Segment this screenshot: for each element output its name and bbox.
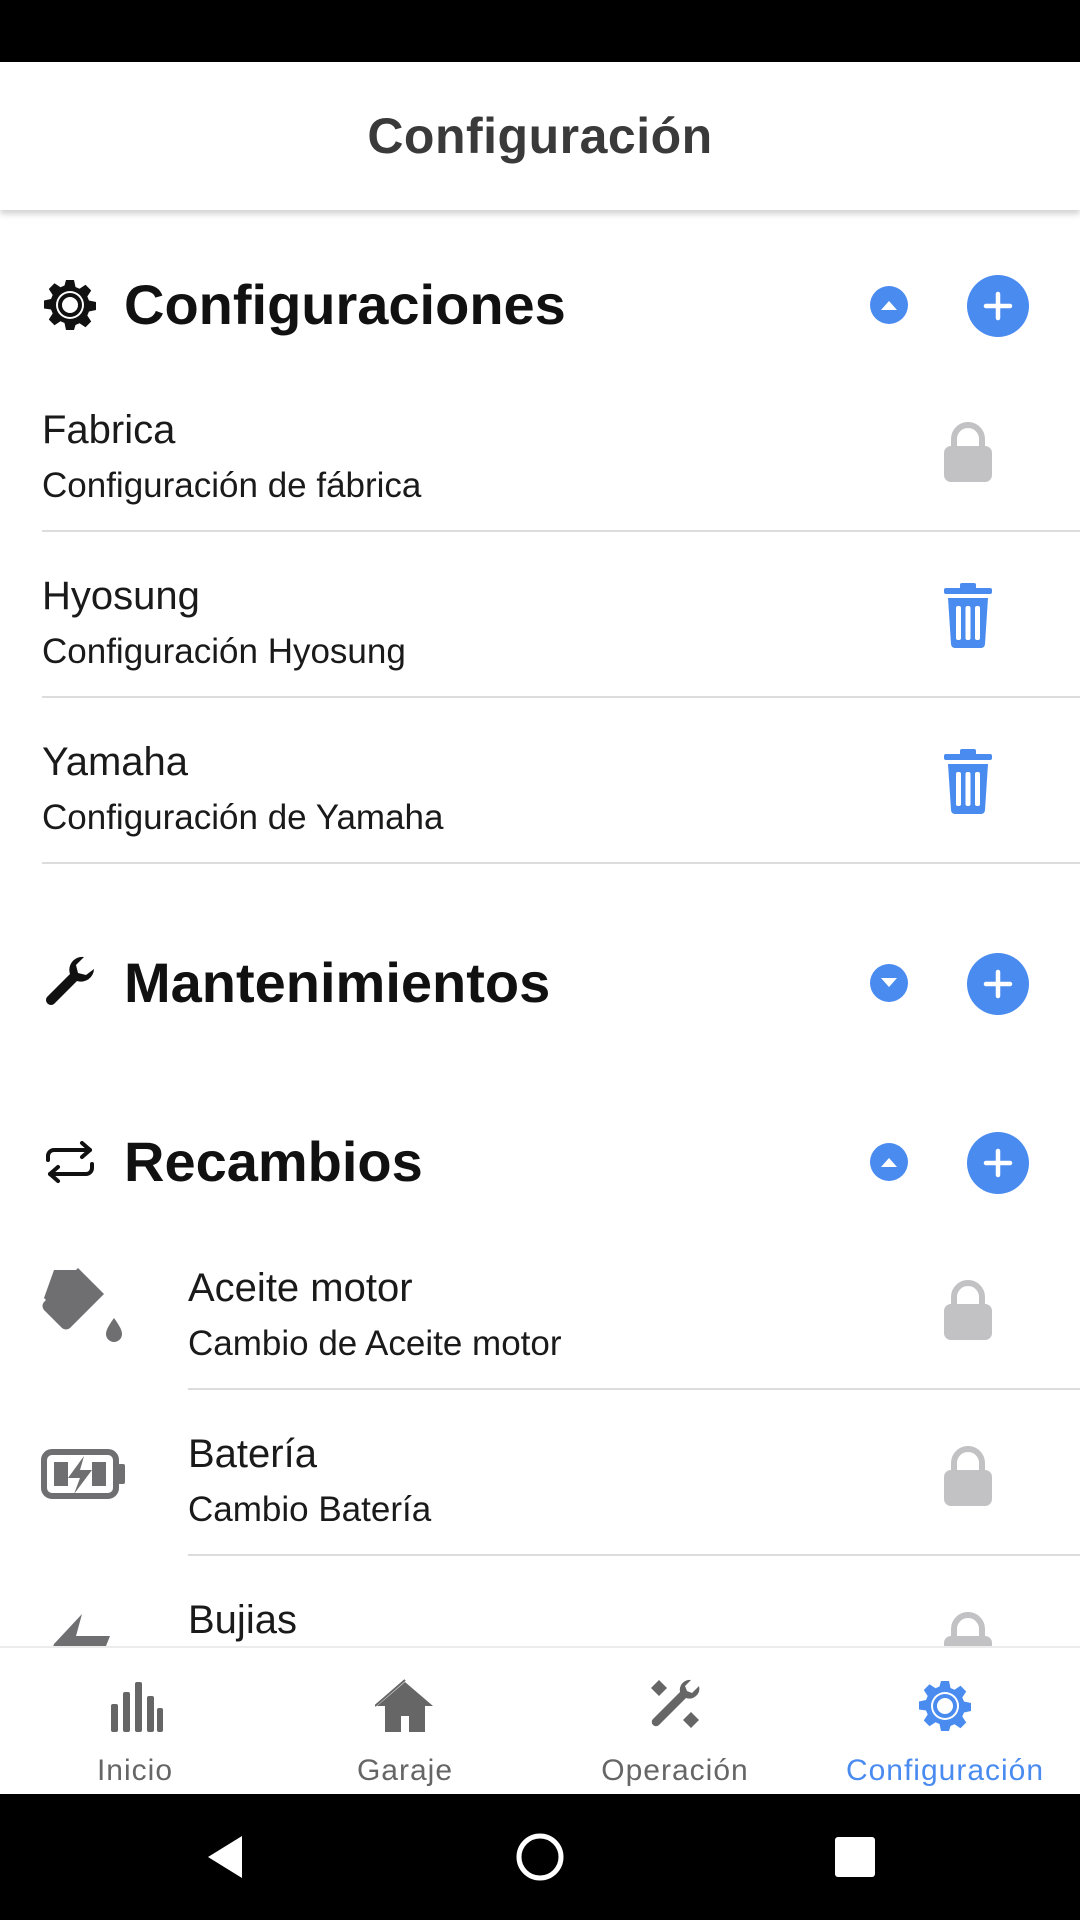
back-icon[interactable] xyxy=(200,1832,250,1882)
add-configuracion-button[interactable] xyxy=(967,275,1029,337)
nav-operacion[interactable]: Operación xyxy=(540,1648,810,1794)
list-item[interactable]: Bujias xyxy=(0,1556,1080,1646)
list-item[interactable]: Aceite motor Cambio de Aceite motor xyxy=(0,1224,1080,1390)
item-label: Fabrica xyxy=(42,408,176,452)
add-recambio-button[interactable] xyxy=(967,1132,1029,1194)
item-subtitle: Configuración Hyosung xyxy=(42,632,406,671)
item-subtitle: Configuración de Yamaha xyxy=(42,798,444,837)
spark-plug-icon xyxy=(53,1614,110,1646)
item-subtitle: Cambio Batería xyxy=(188,1490,432,1529)
page-title: Configuración xyxy=(367,108,713,164)
plus-icon xyxy=(983,969,1013,999)
list-item[interactable]: Yamaha Configuración de Yamaha xyxy=(0,698,1080,864)
home-circle-icon[interactable] xyxy=(515,1832,565,1882)
list-item[interactable]: Hyosung Configuración Hyosung xyxy=(0,532,1080,698)
item-label: Hyosung xyxy=(42,574,200,618)
system-nav-bar xyxy=(0,1794,1080,1920)
caret-up-icon xyxy=(881,301,897,310)
home-icon xyxy=(375,1679,433,1732)
divider xyxy=(42,862,1080,864)
nav-label: Inicio xyxy=(96,1754,174,1787)
plus-icon xyxy=(983,291,1013,321)
item-label: Aceite motor xyxy=(188,1266,413,1310)
bottom-nav: Inicio Garaje Operación Configuración xyxy=(0,1646,1080,1794)
item-subtitle: Cambio de Aceite motor xyxy=(188,1324,562,1363)
nav-label: Configuración xyxy=(845,1754,1045,1787)
list-item[interactable]: Fabrica Configuración de fábrica xyxy=(0,366,1080,532)
plus-icon xyxy=(983,1148,1013,1178)
battery-charging-icon xyxy=(41,1449,125,1499)
nav-configuracion[interactable]: Configuración xyxy=(810,1648,1080,1794)
lock-icon xyxy=(944,422,992,482)
wrench-icon xyxy=(46,956,94,1005)
content-scroll[interactable]: Configuraciones Fabrica Configuración de… xyxy=(0,210,1080,1646)
app-header: Configuración xyxy=(0,62,1080,210)
nav-label: Operación xyxy=(601,1754,749,1787)
add-mantenimiento-button[interactable] xyxy=(967,953,1029,1015)
collapse-toggle-button[interactable] xyxy=(870,1143,908,1181)
nav-inicio[interactable]: Inicio xyxy=(0,1648,270,1794)
trash-icon[interactable] xyxy=(940,748,996,814)
collapse-toggle-button[interactable] xyxy=(870,286,908,324)
swap-icon xyxy=(46,1141,94,1183)
expand-toggle-button[interactable] xyxy=(870,964,908,1002)
section-title: Mantenimientos xyxy=(124,951,551,1014)
list-item[interactable]: Batería Cambio Batería xyxy=(0,1390,1080,1556)
nav-garaje[interactable]: Garaje xyxy=(270,1648,540,1794)
section-title: Configuraciones xyxy=(124,273,566,336)
nav-label: Garaje xyxy=(356,1754,454,1787)
bar-chart-icon xyxy=(111,1682,163,1732)
section-title: Recambios xyxy=(124,1130,423,1193)
status-bar xyxy=(0,0,1080,62)
gear-icon xyxy=(44,280,96,330)
lock-icon xyxy=(944,1612,992,1646)
oil-can-icon xyxy=(42,1268,122,1342)
caret-up-icon xyxy=(881,1158,897,1167)
lock-icon xyxy=(944,1446,992,1506)
gear-icon xyxy=(919,1681,971,1731)
recents-icon[interactable] xyxy=(830,1832,880,1882)
section-mantenimientos: Mantenimientos xyxy=(0,928,1080,1038)
section-configuraciones: Configuraciones xyxy=(0,250,1080,360)
item-label: Bujias xyxy=(188,1598,297,1642)
trash-icon[interactable] xyxy=(940,582,996,648)
caret-down-icon xyxy=(881,978,897,987)
tools-icon xyxy=(651,1679,700,1728)
item-label: Yamaha xyxy=(42,740,189,784)
lock-icon xyxy=(944,1280,992,1340)
item-subtitle: Configuración de fábrica xyxy=(42,466,422,505)
item-label: Batería xyxy=(188,1432,317,1476)
section-recambios: Recambios xyxy=(0,1107,1080,1217)
